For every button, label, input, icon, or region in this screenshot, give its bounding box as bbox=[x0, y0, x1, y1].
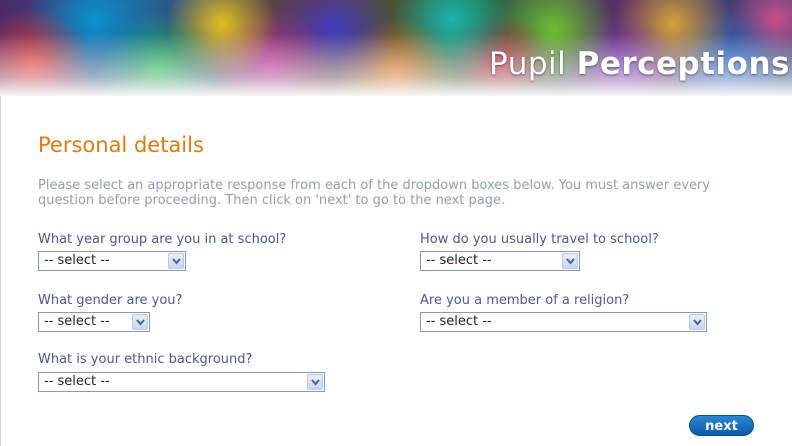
travel-select[interactable]: -- select -- bbox=[420, 251, 580, 271]
gender-label: What gender are you? bbox=[38, 293, 183, 308]
next-button[interactable]: next bbox=[689, 415, 754, 436]
gender-value: -- select -- bbox=[44, 314, 110, 329]
chevron-down-icon bbox=[689, 314, 705, 330]
site-title-part1: Pupil bbox=[489, 46, 577, 82]
travel-label: How do you usually travel to school? bbox=[420, 232, 659, 247]
travel-value: -- select -- bbox=[426, 253, 492, 268]
ethnic-select[interactable]: -- select -- bbox=[38, 372, 325, 392]
header-banner: Pupil Perceptions bbox=[0, 0, 792, 96]
religion-label: Are you a member of a religion? bbox=[420, 293, 630, 308]
chevron-down-icon bbox=[307, 374, 323, 390]
ethnic-label: What is your ethnic background? bbox=[38, 352, 253, 367]
ethnic-value: -- select -- bbox=[44, 374, 110, 389]
gender-select[interactable]: -- select -- bbox=[38, 312, 150, 332]
year-group-select[interactable]: -- select -- bbox=[38, 251, 186, 271]
chevron-down-icon bbox=[168, 253, 184, 269]
page-heading: Personal details bbox=[38, 133, 204, 157]
religion-select[interactable]: -- select -- bbox=[420, 312, 707, 332]
year-group-value: -- select -- bbox=[44, 253, 110, 268]
instructions-text: Please select an appropriate response fr… bbox=[38, 178, 710, 208]
site-title: Pupil Perceptions bbox=[489, 46, 790, 82]
chevron-down-icon bbox=[562, 253, 578, 269]
site-title-part2: Perceptions bbox=[576, 46, 790, 82]
year-group-label: What year group are you in at school? bbox=[38, 232, 287, 247]
chevron-down-icon bbox=[132, 314, 148, 330]
religion-value: -- select -- bbox=[426, 314, 492, 329]
